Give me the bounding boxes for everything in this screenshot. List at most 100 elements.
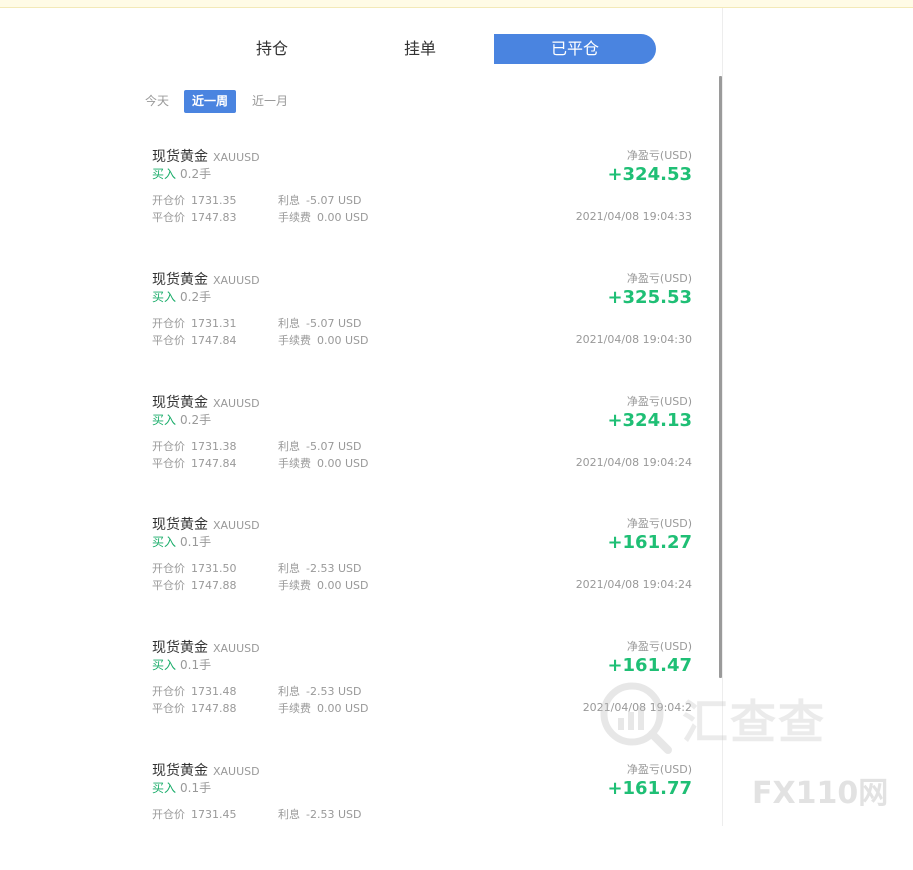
pnl-value: +161.27 [607, 532, 692, 553]
fee-label: 手续费 [278, 579, 311, 592]
open-price-row: 开仓价 1731.50 [152, 560, 237, 576]
open-price-row: 开仓价 1731.45 [152, 806, 237, 822]
close-price-value: 1747.84 [191, 334, 237, 347]
instrument-code: XAUUSD [213, 642, 260, 655]
fee-label: 手续费 [278, 702, 311, 715]
trade-card[interactable]: 现货黄金 XAUUSD 买入 0.2手 开仓价 1731.38 平仓价 1747.84 … [152, 392, 694, 502]
instrument-code: XAUUSD [213, 397, 260, 410]
filter-today[interactable]: 今天 [138, 90, 176, 113]
close-price-label: 平仓价 [152, 211, 185, 224]
fee-label: 手续费 [278, 457, 311, 470]
trade-side: 买入 [152, 413, 177, 427]
open-price-row: 开仓价 1731.31 [152, 315, 237, 331]
open-price-value: 1731.38 [191, 440, 237, 453]
close-price-row: 平仓价 1747.88 [152, 577, 237, 593]
instrument-name: 现货黄金 [152, 763, 208, 779]
open-price-label: 开仓价 [152, 440, 185, 453]
open-price-value: 1731.31 [191, 317, 237, 330]
trade-lots: 0.2手 [180, 413, 212, 427]
interest-row: 利息 -5.07 USD [278, 315, 361, 331]
interest-label: 利息 [278, 808, 300, 821]
close-time: 2021/04/08 19:04:24 [575, 578, 692, 591]
open-price-value: 1731.48 [191, 685, 237, 698]
pnl-value: +324.53 [607, 164, 692, 185]
filter-month[interactable]: 近一月 [244, 90, 296, 113]
trade-side: 买入 [152, 658, 177, 672]
trade-lots: 0.2手 [180, 290, 212, 304]
open-price-value: 1731.50 [191, 562, 237, 575]
pnl-label: 净盈亏(USD) [626, 517, 692, 530]
close-price-row: 平仓价 1747.84 [152, 455, 237, 471]
interest-row: 利息 -5.07 USD [278, 438, 361, 454]
open-price-label: 开仓价 [152, 562, 185, 575]
close-price-row: 平仓价 1747.88 [152, 700, 237, 716]
interest-value: -2.53 USD [306, 562, 362, 575]
interest-row: 利息 -2.53 USD [278, 806, 361, 822]
trade-side: 买入 [152, 781, 177, 795]
interest-value: -2.53 USD [306, 685, 362, 698]
trade-side: 买入 [152, 535, 177, 549]
instrument-code: XAUUSD [213, 765, 260, 778]
close-price-value: 1747.88 [191, 579, 237, 592]
trade-lots: 0.2手 [180, 167, 212, 181]
fee-label: 手续费 [278, 211, 311, 224]
pnl-label: 净盈亏(USD) [626, 149, 692, 162]
fee-value: 0.00 USD [317, 211, 369, 224]
close-price-label: 平仓价 [152, 457, 185, 470]
close-time: 2021/04/08 19:04:30 [575, 333, 692, 346]
fee-value: 0.00 USD [317, 579, 369, 592]
trade-card[interactable]: 现货黄金 XAUUSD 买入 0.1手 开仓价 1731.48 平仓价 1747.88 … [152, 637, 694, 747]
open-price-label: 开仓价 [152, 808, 185, 821]
close-price-value: 1747.83 [191, 211, 237, 224]
top-banner-strip [0, 0, 913, 8]
pnl-value: +161.77 [607, 778, 692, 799]
scrollbar-thumb[interactable] [719, 76, 722, 678]
fee-row: 手续费 0.00 USD [278, 577, 369, 593]
instrument-name: 现货黄金 [152, 517, 208, 533]
interest-value: -5.07 USD [306, 317, 362, 330]
interest-row: 利息 -5.07 USD [278, 192, 361, 208]
filter-week[interactable]: 近一周 [184, 90, 236, 113]
pnl-label: 净盈亏(USD) [626, 763, 692, 776]
watermark-badge: FX110网 [752, 776, 889, 811]
tab-holding[interactable]: 持仓 [232, 34, 312, 64]
trade-card[interactable]: 现货黄金 XAUUSD 买入 0.1手 开仓价 1731.50 平仓价 1747.88 … [152, 514, 694, 624]
trade-card[interactable]: 现货黄金 XAUUSD 买入 0.1手 开仓价 1731.45 利息 -2.53 USD… [152, 760, 694, 870]
close-price-row: 平仓价 1747.83 [152, 209, 237, 225]
fee-value: 0.00 USD [317, 457, 369, 470]
pnl-value: +324.13 [607, 410, 692, 431]
trade-card[interactable]: 现货黄金 XAUUSD 买入 0.2手 开仓价 1731.31 平仓价 1747.84 … [152, 269, 694, 379]
open-price-value: 1731.35 [191, 194, 237, 207]
interest-value: -2.53 USD [306, 808, 362, 821]
instrument-code: XAUUSD [213, 519, 260, 532]
tab-pending[interactable]: 挂单 [380, 34, 460, 64]
interest-label: 利息 [278, 685, 300, 698]
open-price-value: 1731.45 [191, 808, 237, 821]
close-time: 2021/04/08 19:04:33 [575, 210, 692, 223]
trade-side: 买入 [152, 167, 177, 181]
trade-lots: 0.1手 [180, 658, 212, 672]
close-time: 2021/04/08 19:04:24 [575, 456, 692, 469]
interest-label: 利息 [278, 440, 300, 453]
interest-value: -5.07 USD [306, 440, 362, 453]
open-price-label: 开仓价 [152, 194, 185, 207]
fee-row: 手续费 0.00 USD [278, 209, 369, 225]
pnl-label: 净盈亏(USD) [626, 272, 692, 285]
fee-row: 手续费 0.00 USD [278, 700, 369, 716]
close-price-label: 平仓价 [152, 702, 185, 715]
trade-lots: 0.1手 [180, 781, 212, 795]
instrument-name: 现货黄金 [152, 395, 208, 411]
interest-row: 利息 -2.53 USD [278, 560, 361, 576]
trade-card[interactable]: 现货黄金 XAUUSD 买入 0.2手 开仓价 1731.35 平仓价 1747.83 … [152, 146, 694, 256]
fee-row: 手续费 0.00 USD [278, 332, 369, 348]
tab-closed[interactable]: 已平仓 [494, 34, 656, 64]
trade-side: 买入 [152, 290, 177, 304]
instrument-code: XAUUSD [213, 151, 260, 164]
watermark-text: 汇查查 [682, 695, 826, 749]
instrument-name: 现货黄金 [152, 149, 208, 165]
close-price-value: 1747.84 [191, 457, 237, 470]
interest-label: 利息 [278, 562, 300, 575]
close-price-value: 1747.88 [191, 702, 237, 715]
interest-label: 利息 [278, 194, 300, 207]
close-price-row: 平仓价 1747.84 [152, 332, 237, 348]
